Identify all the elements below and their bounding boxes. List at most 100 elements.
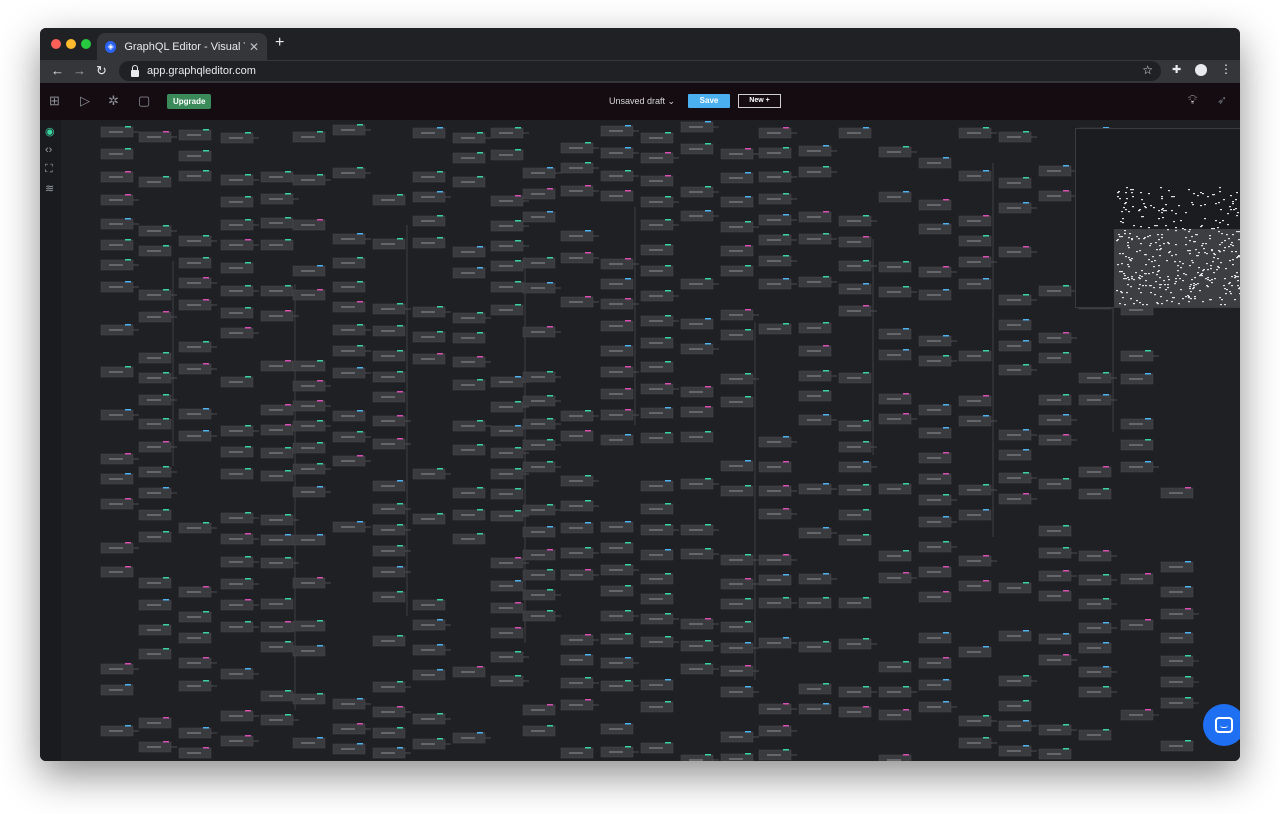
type-node[interactable] [758,278,792,290]
type-node[interactable] [640,219,674,231]
type-node[interactable] [758,193,792,205]
type-node[interactable] [838,686,872,698]
type-node[interactable] [998,429,1032,441]
upgrade-button[interactable]: Upgrade [167,94,212,109]
type-node[interactable] [998,700,1032,712]
type-node[interactable] [918,473,952,485]
type-node[interactable] [372,480,406,492]
type-node[interactable] [600,409,634,421]
type-node[interactable] [878,328,912,340]
type-node[interactable] [332,324,366,336]
type-node[interactable] [452,487,486,499]
type-node[interactable] [332,257,366,269]
type-node[interactable] [1038,654,1072,666]
type-node[interactable] [178,408,212,420]
type-node[interactable] [412,353,446,365]
type-node[interactable] [958,256,992,268]
type-node[interactable] [720,578,754,590]
type-node[interactable] [640,613,674,625]
type-node[interactable] [1120,709,1154,721]
type-node[interactable] [560,162,594,174]
type-node[interactable] [100,366,134,378]
type-node[interactable] [100,126,134,138]
type-node[interactable] [138,466,172,478]
type-node[interactable] [260,310,294,322]
type-node[interactable] [220,239,254,251]
type-node[interactable] [838,305,872,317]
type-node[interactable] [372,591,406,603]
type-node[interactable] [452,509,486,521]
type-node[interactable] [490,447,524,459]
type-node[interactable] [680,186,714,198]
type-node[interactable] [138,394,172,406]
type-node[interactable] [372,391,406,403]
type-node[interactable] [1078,686,1112,698]
type-node[interactable] [560,522,594,534]
type-node[interactable] [998,319,1032,331]
type-node[interactable] [490,488,524,500]
type-node[interactable] [998,131,1032,143]
type-node[interactable] [878,483,912,495]
type-node[interactable] [680,663,714,675]
type-node[interactable] [680,548,714,560]
type-node[interactable] [680,406,714,418]
type-node[interactable] [640,407,674,419]
type-node[interactable] [998,630,1032,642]
type-node[interactable] [178,341,212,353]
type-node[interactable] [640,742,674,754]
type-node[interactable] [412,215,446,227]
type-node[interactable] [292,620,326,632]
type-node[interactable] [720,221,754,233]
type-node[interactable] [918,679,952,691]
eye-icon[interactable]: ◉ [45,125,55,138]
type-node[interactable] [332,698,366,710]
type-node[interactable] [838,461,872,473]
chat-button[interactable] [1203,704,1240,746]
type-node[interactable] [560,747,594,759]
type-node[interactable] [220,621,254,633]
type-node[interactable] [918,199,952,211]
type-node[interactable] [490,468,524,480]
type-node[interactable] [680,121,714,133]
type-node[interactable] [838,283,872,295]
type-node[interactable] [372,706,406,718]
type-node[interactable] [100,148,134,160]
type-node[interactable] [600,170,634,182]
type-node[interactable] [560,500,594,512]
type-node[interactable] [292,174,326,186]
type-node[interactable] [522,167,556,179]
type-node[interactable] [220,196,254,208]
type-node[interactable] [452,267,486,279]
type-node[interactable] [178,680,212,692]
bookmark-star-icon[interactable]: ☆ [1142,63,1153,77]
type-node[interactable] [560,430,594,442]
type-node[interactable] [372,371,406,383]
type-node[interactable] [412,468,446,480]
type-node[interactable] [958,350,992,362]
type-node[interactable] [260,193,294,205]
type-node[interactable] [1120,439,1154,451]
type-node[interactable] [452,444,486,456]
book-icon[interactable]: ▢ [138,93,150,109]
type-node[interactable] [522,282,556,294]
type-node[interactable] [452,176,486,188]
type-node[interactable] [680,754,714,761]
type-node[interactable] [838,420,872,432]
type-node[interactable] [292,534,326,546]
type-node[interactable] [878,286,912,298]
type-node[interactable] [640,383,674,395]
type-node[interactable] [640,503,674,515]
type-node[interactable] [100,324,134,336]
type-node[interactable] [998,745,1032,757]
type-node[interactable] [758,147,792,159]
type-node[interactable] [490,510,524,522]
type-node[interactable] [958,646,992,658]
type-node[interactable] [178,277,212,289]
type-node[interactable] [838,372,872,384]
type-node[interactable] [838,127,872,139]
type-node[interactable] [490,627,524,639]
type-node[interactable] [998,294,1032,306]
type-node[interactable] [680,318,714,330]
type-node[interactable] [998,493,1032,505]
type-node[interactable] [260,285,294,297]
